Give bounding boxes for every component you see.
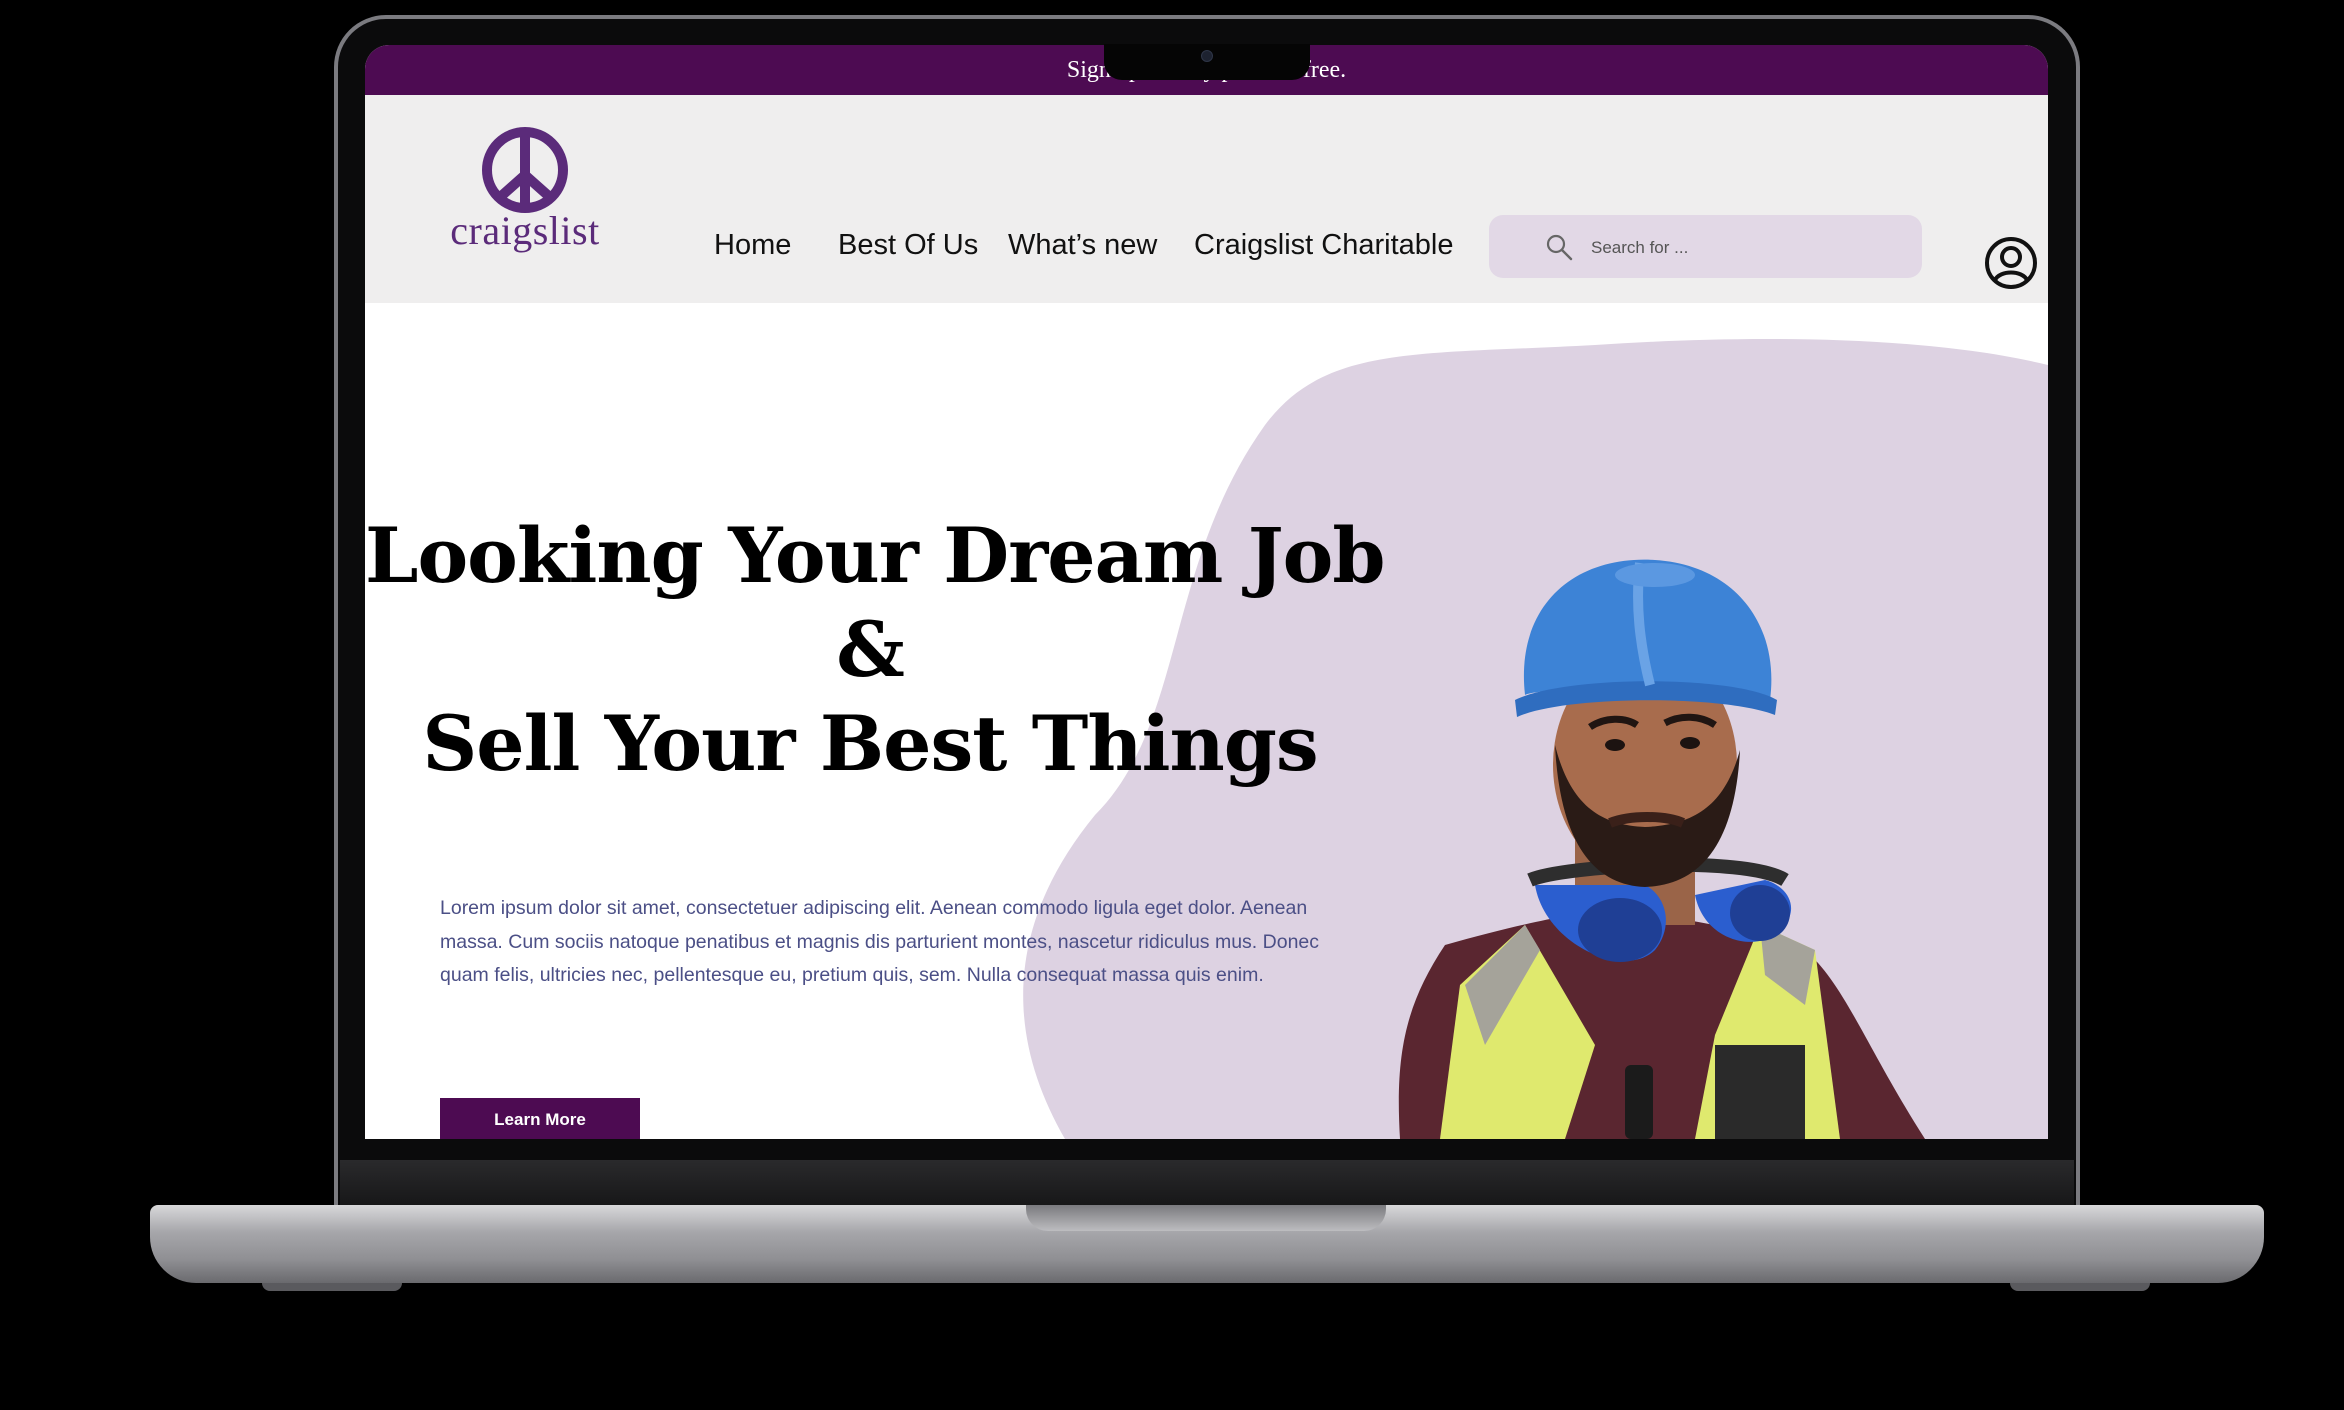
laptop-foot-right (2010, 1283, 2150, 1291)
construction-worker-image (1398, 559, 1925, 1139)
laptop-foot-left (262, 1283, 402, 1291)
laptop-chin (340, 1160, 2074, 1208)
laptop-opening-notch (1026, 1205, 1386, 1231)
laptop-screen: Sign up for any plan for free. craigslis… (365, 45, 2048, 1139)
camera-icon (1201, 50, 1213, 62)
camera-notch (1104, 44, 1310, 80)
